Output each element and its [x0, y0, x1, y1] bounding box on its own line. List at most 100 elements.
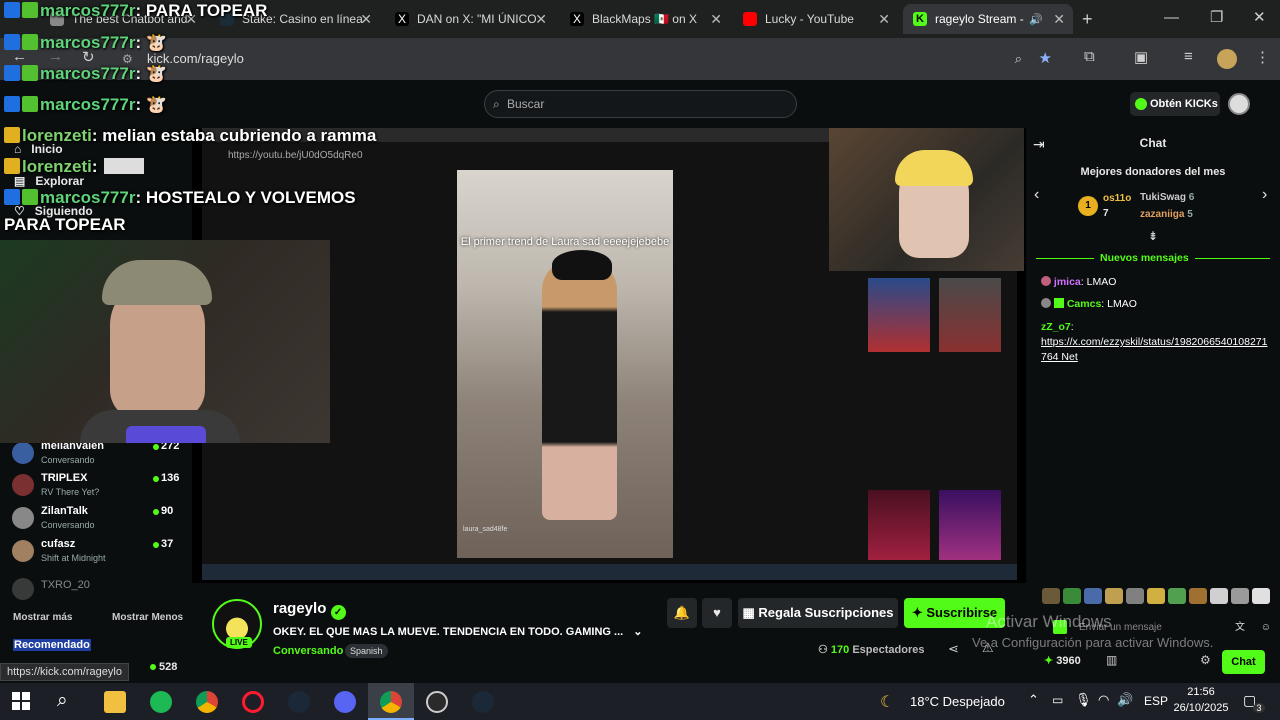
- notification-bell-button[interactable]: 🔔: [667, 598, 697, 628]
- windows-taskbar: ⌕ ☾ 18°C Despejado ⌃ ▭ 🎙 ◠ 🔊 ESP 21:56 2…: [0, 683, 1280, 720]
- show-less-link[interactable]: Mostrar Menos: [112, 612, 183, 623]
- steam-icon[interactable]: [472, 691, 494, 713]
- prev-arrow-icon[interactable]: ‹: [1034, 186, 1039, 204]
- kick-header: ⌕ Buscar Obtén KICKs: [0, 80, 1280, 128]
- emote-icon[interactable]: [1105, 588, 1123, 604]
- filter-icon[interactable]: ⇟: [1148, 229, 1158, 243]
- show-more-link[interactable]: Mostrar más: [13, 612, 72, 623]
- clock-date[interactable]: 26/10/2025: [1168, 702, 1234, 714]
- stream-title: OKEY. EL QUE MAS LA MUEVE. TENDENCIA EN …: [273, 626, 643, 638]
- close-window-button[interactable]: ✕: [1253, 8, 1266, 26]
- close-tab-icon[interactable]: ✕: [535, 11, 547, 28]
- discord-icon[interactable]: [334, 691, 356, 713]
- profile-avatar[interactable]: [1217, 49, 1237, 69]
- donor-name[interactable]: zazaniiga 5: [1140, 209, 1193, 220]
- tab-x-dan[interactable]: X DAN on X: "MI ÚNICO ✕: [385, 4, 555, 34]
- emote-icon[interactable]: [1084, 588, 1102, 604]
- sidebar-channel[interactable]: ZilanTalk Conversando 90: [12, 505, 187, 537]
- zoom-icon[interactable]: ⌕: [1015, 44, 1022, 74]
- emote-icon[interactable]: [1189, 588, 1207, 604]
- points-icon: ✦: [1044, 655, 1057, 667]
- rank-badge: 1: [1078, 196, 1098, 216]
- input-language[interactable]: ESP: [1144, 694, 1168, 708]
- chrome-icon[interactable]: [196, 691, 218, 713]
- user-avatar[interactable]: [1228, 93, 1250, 115]
- inner-url: https://youtu.be/jU0dO5dqRe0: [228, 150, 363, 161]
- menu-kebab-icon[interactable]: ⋮: [1255, 48, 1270, 66]
- stream-category[interactable]: Conversando: [273, 645, 343, 657]
- youtube-favicon-icon: [743, 12, 757, 26]
- sidebar-channel[interactable]: mellanvalen Conversando 272: [12, 440, 187, 472]
- media-control-icon[interactable]: ≡: [1184, 48, 1193, 65]
- avatar: [12, 442, 34, 464]
- emote-icon[interactable]: [1252, 588, 1270, 604]
- donor-name[interactable]: os11o: [1103, 193, 1131, 204]
- file-explorer-icon[interactable]: [104, 691, 126, 713]
- chrome-active-taskbar-button[interactable]: [368, 683, 414, 720]
- viewer-count: ⚇ 170 Espectadores: [818, 644, 925, 656]
- gift-subscriptions-button[interactable]: ▦ Regala Suscripciones: [738, 598, 898, 628]
- language-tag[interactable]: Spanish: [345, 644, 388, 658]
- chat-link[interactable]: https://x.com/ezzyskil/status/1982066540…: [1041, 335, 1273, 365]
- steam-icon[interactable]: [288, 691, 310, 713]
- donor-name[interactable]: TukiSwag 6: [1140, 192, 1194, 203]
- clock-time[interactable]: 21:56: [1176, 686, 1226, 698]
- avatar: [1041, 298, 1051, 308]
- moon-weather-icon[interactable]: ☾: [880, 692, 894, 712]
- camera-icon[interactable]: ▭: [1052, 693, 1063, 707]
- tab-x-blackmaps[interactable]: X BlackMaps 🇲🇽 on X ✕: [560, 4, 730, 34]
- tab-kick-rageylo[interactable]: Krageylo Stream - 🔊 ✕: [903, 4, 1073, 34]
- speaker-icon[interactable]: 🔊: [1029, 13, 1043, 26]
- chevron-down-icon[interactable]: ⌄: [633, 626, 642, 638]
- close-tab-icon[interactable]: ✕: [878, 11, 890, 28]
- bookmark-star-icon[interactable]: ★: [1039, 44, 1052, 74]
- channel-points[interactable]: ✦ 3960: [1044, 654, 1081, 667]
- sidebar-channel[interactable]: TRIPLEX RV There Yet? 136: [12, 472, 187, 504]
- cast-icon[interactable]: ▣: [1134, 48, 1148, 66]
- maximize-button[interactable]: ❐: [1210, 8, 1223, 26]
- avatar: [1041, 276, 1051, 286]
- chevron-up-icon[interactable]: ⌃: [1028, 692, 1039, 708]
- tab-youtube[interactable]: Lucky - YouTube ✕: [733, 4, 898, 34]
- close-tab-icon[interactable]: ✕: [710, 11, 722, 28]
- emote-icon[interactable]: [1231, 588, 1249, 604]
- search-icon[interactable]: ⌕: [57, 690, 68, 712]
- send-chat-button[interactable]: Chat: [1222, 650, 1265, 674]
- bell-icon: 🔔: [673, 605, 691, 620]
- settings-gear-icon[interactable]: ⚙: [1200, 653, 1211, 667]
- windows-start-icon[interactable]: [12, 692, 30, 710]
- emote-icon[interactable]: [1210, 588, 1228, 604]
- url-field[interactable]: ⚙ kick.com/rageylo ⌕ ★: [110, 44, 1060, 74]
- sidebar-channel-offline[interactable]: TXRO_20: [12, 576, 187, 608]
- share-icon[interactable]: ⋖: [948, 641, 959, 657]
- channel-name[interactable]: rageylo ✓: [273, 600, 346, 620]
- extensions-icon[interactable]: ⧉: [1084, 48, 1095, 65]
- next-arrow-icon[interactable]: ›: [1262, 186, 1267, 204]
- get-kicks-button[interactable]: Obtén KICKs: [1130, 92, 1220, 116]
- opera-icon[interactable]: [242, 691, 264, 713]
- close-tab-icon[interactable]: ✕: [360, 11, 372, 28]
- gift-icon[interactable]: ▥: [1106, 653, 1117, 667]
- emote-icon[interactable]: [1168, 588, 1186, 604]
- thumbnail: [868, 490, 930, 560]
- live-dot-icon: [153, 542, 159, 548]
- emoji-icon[interactable]: ☺: [1261, 618, 1271, 638]
- emote-icon[interactable]: [1147, 588, 1165, 604]
- minimize-button[interactable]: —: [1164, 9, 1179, 26]
- translate-icon[interactable]: 文: [1235, 618, 1245, 638]
- search-icon: ⌕: [493, 97, 500, 111]
- wifi-icon[interactable]: ◠: [1098, 692, 1109, 708]
- emote-icon[interactable]: [1042, 588, 1060, 604]
- weather-text[interactable]: 18°C Despejado: [910, 694, 1005, 709]
- volume-icon[interactable]: 🔊: [1117, 692, 1133, 708]
- emote-icon[interactable]: [1126, 588, 1144, 604]
- search-input[interactable]: ⌕ Buscar: [484, 90, 797, 118]
- follow-button[interactable]: ♥: [702, 598, 732, 628]
- new-tab-button[interactable]: +: [1082, 9, 1093, 30]
- obs-icon[interactable]: [426, 691, 448, 713]
- sidebar-channel[interactable]: cufasz Shift at Midnight 37: [12, 538, 187, 570]
- close-tab-icon[interactable]: ✕: [1053, 11, 1065, 28]
- spotify-icon[interactable]: [150, 691, 172, 713]
- microphone-icon[interactable]: 🎙: [1075, 692, 1092, 708]
- emote-icon[interactable]: [1063, 588, 1081, 604]
